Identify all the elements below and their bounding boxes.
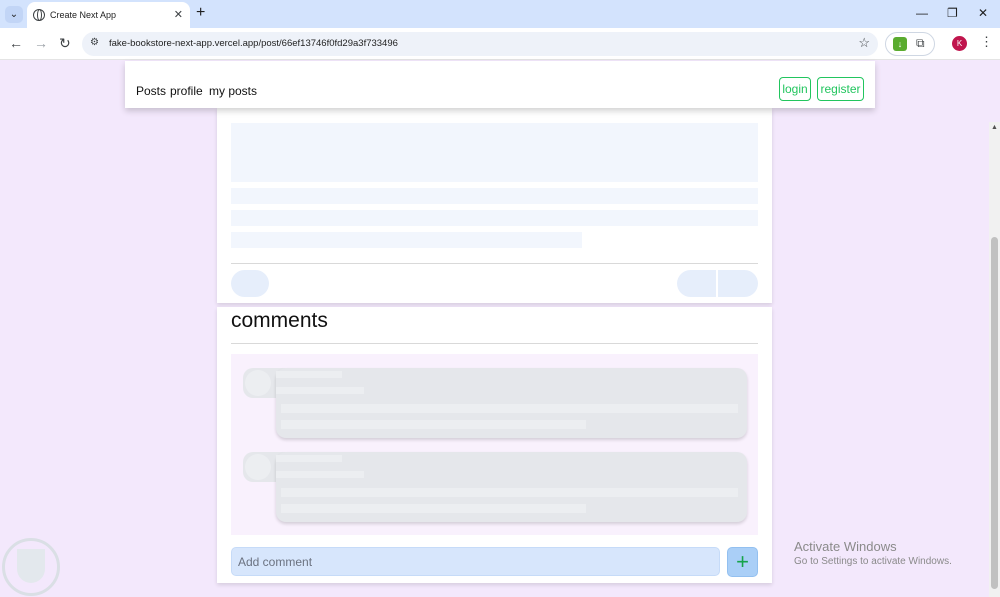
- scroll-thumb[interactable]: [991, 237, 998, 589]
- divider: [231, 263, 758, 264]
- browser-toolbar: ← → ↻ ⚙ fake-bookstore-next-app.vercel.a…: [0, 28, 1000, 60]
- comments-list: [231, 354, 758, 535]
- restore-icon[interactable]: ❐: [947, 6, 958, 20]
- nav-link-my-posts[interactable]: my posts: [209, 84, 257, 98]
- activate-windows-title: Activate Windows: [794, 539, 897, 554]
- logo-watermark: [2, 538, 60, 596]
- skeleton-line: [281, 404, 738, 413]
- comment-body-skeleton: [276, 368, 747, 438]
- comment-input[interactable]: [231, 547, 720, 576]
- skeleton-button: [677, 270, 716, 297]
- globe-icon: [33, 9, 45, 21]
- reload-icon[interactable]: ↻: [59, 35, 71, 52]
- shield-icon: [17, 549, 45, 583]
- skeleton-line: [231, 232, 582, 248]
- nav-link-profile[interactable]: profile: [170, 84, 203, 98]
- close-icon[interactable]: ✕: [174, 8, 183, 21]
- skeleton-line: [276, 471, 364, 478]
- address-bar[interactable]: ⚙ fake-bookstore-next-app.vercel.app/pos…: [82, 32, 878, 56]
- site-navbar: Posts profile my posts login register: [125, 61, 875, 108]
- star-icon[interactable]: ☆: [858, 35, 870, 51]
- skeleton-line: [276, 455, 342, 462]
- skeleton-line: [231, 210, 758, 226]
- comment-skeleton: [243, 368, 747, 438]
- puzzle-icon[interactable]: ⧉: [916, 36, 925, 51]
- page-scrollbar[interactable]: ▲: [989, 122, 1000, 597]
- avatar-skeleton: [245, 454, 271, 480]
- skeleton-line: [231, 188, 758, 204]
- window-close-icon[interactable]: ✕: [978, 6, 988, 20]
- comment-skeleton: [243, 452, 747, 522]
- url-text[interactable]: fake-bookstore-next-app.vercel.app/post/…: [109, 38, 398, 49]
- nav-link-posts[interactable]: Posts: [136, 84, 166, 98]
- skeleton-line: [281, 504, 586, 513]
- profile-avatar[interactable]: K: [952, 36, 967, 51]
- forward-arrow-icon[interactable]: →: [34, 35, 48, 51]
- add-comment-button[interactable]: +: [727, 547, 758, 577]
- comments-title: comments: [231, 309, 328, 332]
- tab-title: Create Next App: [50, 10, 117, 20]
- comments-section: comments +: [217, 307, 772, 583]
- post-card-skeleton: [217, 108, 772, 303]
- download-extension-icon[interactable]: ↓: [893, 37, 907, 51]
- skeleton-button: [718, 270, 758, 297]
- more-vert-icon[interactable]: ⋮: [980, 34, 993, 50]
- scroll-up-arrow-icon[interactable]: ▲: [991, 124, 998, 131]
- divider: [231, 343, 758, 344]
- chevron-down-icon[interactable]: ⌄: [5, 6, 23, 23]
- login-button[interactable]: login: [779, 77, 811, 101]
- browser-tab[interactable]: Create Next App ✕: [27, 2, 190, 28]
- new-tab-button[interactable]: +: [196, 4, 205, 22]
- skeleton-button: [231, 270, 269, 297]
- comment-body-skeleton: [276, 452, 747, 522]
- register-button[interactable]: register: [817, 77, 864, 101]
- skeleton-line: [276, 371, 342, 378]
- minimize-icon[interactable]: —: [916, 6, 928, 20]
- skeleton-image: [231, 123, 758, 182]
- skeleton-line: [281, 488, 738, 497]
- extensions-group: ↓ ⧉: [885, 32, 935, 56]
- back-arrow-icon[interactable]: ←: [9, 35, 23, 51]
- skeleton-line: [281, 420, 586, 429]
- browser-tab-bar: ⌄ Create Next App ✕ + — ❐ ✕: [0, 0, 1000, 28]
- activate-windows-watermark: Activate Windows Go to Settings to activ…: [794, 539, 952, 567]
- skeleton-line: [276, 387, 364, 394]
- site-info-icon[interactable]: ⚙: [90, 37, 99, 48]
- activate-windows-subtitle: Go to Settings to activate Windows.: [794, 556, 952, 567]
- avatar-skeleton: [245, 370, 271, 396]
